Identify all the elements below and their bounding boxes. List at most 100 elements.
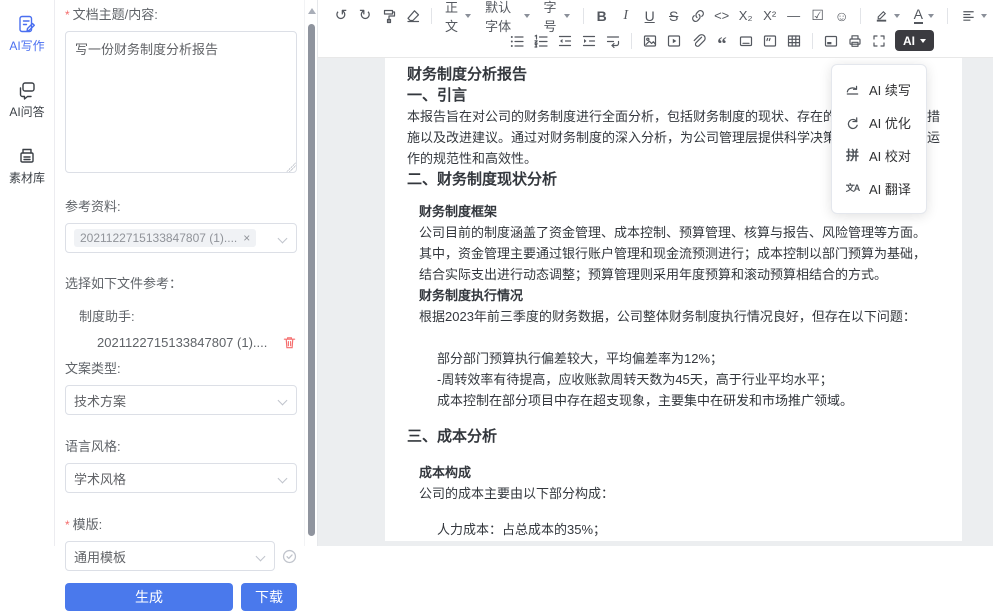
translate-icon: 文A	[845, 181, 860, 196]
required-mark: *	[65, 518, 70, 532]
chevron-down-icon	[256, 552, 266, 562]
underline-button[interactable]: U	[639, 5, 661, 27]
attachment-icon[interactable]	[687, 30, 709, 52]
topic-input[interactable]: 写一份财务制度分析报告	[65, 31, 297, 173]
chevron-down-icon	[278, 234, 288, 244]
annotation-icon[interactable]	[759, 30, 781, 52]
file-picker-label: 选择如下文件参考：	[65, 273, 297, 292]
chevron-down-icon	[928, 14, 934, 18]
sidebar-item-material-library[interactable]: 素材库	[0, 146, 54, 186]
chevron-down-icon	[278, 474, 288, 484]
bullet-list-icon[interactable]	[506, 30, 528, 52]
print-icon[interactable]	[844, 30, 866, 52]
sidebar-item-ai-writing[interactable]: AI写作	[0, 14, 54, 54]
chevron-down-icon	[981, 14, 987, 18]
chevron-down-icon	[524, 14, 530, 18]
undo-icon[interactable]: ↺	[330, 5, 352, 27]
file-name: 2021122715133847807 (1)....	[97, 335, 267, 350]
tag-close-icon[interactable]: ×	[243, 231, 250, 245]
ai-menu-item-translate[interactable]: 文A AI 翻译	[832, 172, 926, 205]
chevron-down-icon	[920, 39, 926, 43]
continue-writing-icon	[845, 82, 860, 97]
app-root: AI写作 AI问答 素材库 *文档主题/内容: 写一份财务制度分析报告 参考资料…	[0, 0, 993, 546]
doc-line: 其中，资金管理主要通过银行账户管理和现金流预测进行；成本控制以部门预算为基础，	[419, 243, 962, 264]
language-style-label: 语言风格:	[65, 436, 297, 455]
redo-icon[interactable]: ↻	[354, 5, 376, 27]
code-icon[interactable]: <>	[711, 5, 733, 27]
editor-toolbar: ↺ ↻ 正文 默认字体 字号 B	[318, 0, 993, 58]
ai-menu-item-continue[interactable]: AI 续写	[832, 73, 926, 106]
file-group-label: 制度助手:	[79, 306, 297, 325]
eraser-icon[interactable]	[402, 5, 424, 27]
material-library-icon	[17, 146, 37, 166]
doc-type-label: 文案类型:	[65, 358, 297, 377]
bold-button[interactable]: B	[591, 5, 613, 27]
table-icon[interactable]	[783, 30, 805, 52]
line-wrap-icon[interactable]	[602, 30, 624, 52]
link-icon[interactable]	[687, 5, 709, 27]
sidebar-item-ai-qa[interactable]: AI问答	[0, 80, 54, 120]
topic-label: *文档主题/内容:	[65, 4, 297, 23]
emoji-icon[interactable]: ☺	[831, 5, 853, 27]
highlight-pen-icon[interactable]	[868, 5, 906, 27]
reference-select[interactable]: 2021122715133847807 (1).... ×	[65, 223, 297, 253]
chevron-down-icon	[564, 14, 570, 18]
image-icon[interactable]	[639, 30, 661, 52]
format-painter-icon[interactable]	[378, 5, 400, 27]
doc-line: 公司的成本主要由以下部分构成：	[419, 483, 962, 504]
indent-icon[interactable]	[578, 30, 600, 52]
ai-menu: AI 续写 AI 优化 拼 AI 校对 文A	[831, 64, 927, 214]
blockquote-icon[interactable]: “	[711, 30, 733, 52]
delete-file-icon[interactable]	[282, 335, 297, 350]
italic-button[interactable]: I	[615, 5, 637, 27]
language-style-select[interactable]: 学术风格	[65, 463, 297, 493]
font-family-dropdown[interactable]: 默认字体	[479, 5, 535, 27]
doc-line: 成本构成	[419, 462, 962, 483]
optimize-icon	[845, 115, 860, 130]
doc-line: 三、成本分析	[407, 426, 962, 447]
chevron-down-icon	[894, 14, 900, 18]
panel-icon[interactable]	[820, 30, 842, 52]
file-row: 2021122715133847807 (1)....	[97, 335, 297, 350]
subscript-icon[interactable]: X₂	[735, 5, 757, 27]
doc-line: 根据2023年前三季度的财务数据，公司整体财务制度执行情况良好，但存在以下问题：	[419, 306, 962, 327]
reference-tag-text: 2021122715133847807 (1)....	[80, 231, 237, 245]
font-size-dropdown[interactable]: 字号	[538, 5, 576, 27]
video-icon[interactable]	[663, 30, 685, 52]
scroll-up-icon[interactable]	[308, 8, 316, 14]
template-label: *模版:	[65, 514, 297, 533]
ai-menu-item-optimize[interactable]: AI 优化	[832, 106, 926, 139]
scrollbar-thumb[interactable]	[308, 24, 315, 536]
ordered-list-icon[interactable]	[530, 30, 552, 52]
outdent-icon[interactable]	[554, 30, 576, 52]
ai-writing-icon	[17, 14, 37, 34]
editor: ↺ ↻ 正文 默认字体 字号 B	[318, 0, 993, 546]
doc-type-select[interactable]: 技术方案	[65, 385, 297, 415]
paragraph-style-dropdown[interactable]: 正文	[439, 5, 477, 27]
reference-label: 参考资料:	[65, 196, 297, 215]
ai-menu-item-proofread[interactable]: 拼 AI 校对	[832, 139, 926, 172]
sidebar-item-label: AI问答	[9, 103, 44, 120]
form-scrollbar[interactable]	[304, 0, 317, 546]
doc-line: 财务制度执行情况	[419, 285, 962, 306]
doc-line: 人力成本：占总成本的35%；	[437, 519, 962, 540]
fullscreen-icon[interactable]	[868, 30, 890, 52]
font-color-icon[interactable]: A	[908, 5, 940, 27]
required-mark: *	[65, 8, 70, 22]
align-dropdown[interactable]	[955, 5, 993, 27]
doc-line: 公司目前的制度涵盖了资金管理、成本控制、预算管理、核算与报告、风险管理等方面。	[419, 222, 962, 243]
todo-checkbox-icon[interactable]: ☑	[807, 5, 829, 27]
ai-dropdown-button[interactable]: AI	[895, 30, 934, 51]
strikethrough-button[interactable]: S	[663, 5, 685, 27]
editor-canvas: 财务制度分析报告 一、引言 本报告旨在对公司的财务制度进行全面分析，包括财务制度…	[318, 58, 993, 546]
chevron-down-icon	[278, 396, 288, 406]
download-button[interactable]: 下载	[241, 583, 297, 611]
horizontal-rule-icon[interactable]: —	[783, 5, 805, 27]
doc-line: 成本控制在部分项目中存在超支现象，主要集中在研发和市场推广领域。	[437, 390, 962, 411]
sidebar: AI写作 AI问答 素材库	[0, 0, 55, 546]
superscript-icon[interactable]: X²	[759, 5, 781, 27]
doc-line: 结合实际支出进行动态调整；预算管理则采用年度预算和滚动预算相结合的方式。	[419, 264, 962, 285]
doc-line: 部分部门预算执行偏差较大，平均偏差率为12%；	[437, 348, 962, 369]
generate-button[interactable]: 生成	[65, 583, 233, 611]
frame-icon[interactable]	[735, 30, 757, 52]
